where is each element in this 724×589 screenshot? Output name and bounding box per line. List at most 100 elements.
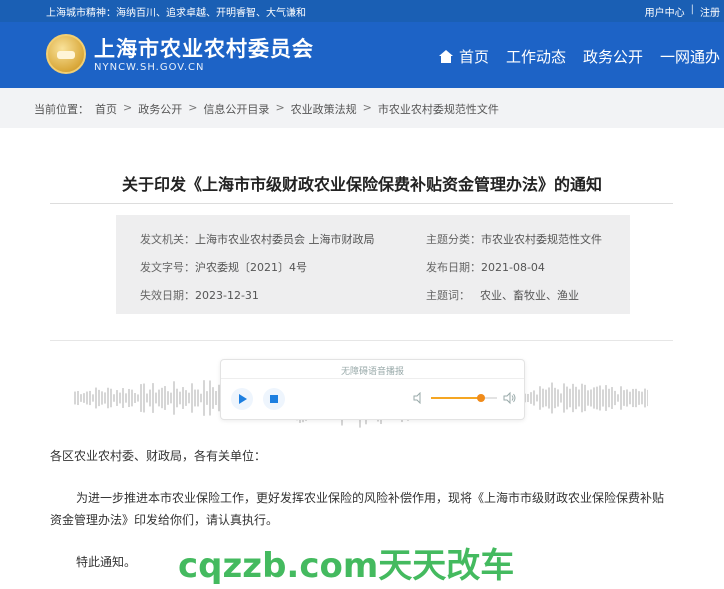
- meta-publish-label: 发布日期：: [426, 261, 481, 274]
- breadcrumb-item-info-catalog[interactable]: 信息公开目录: [203, 101, 269, 117]
- register-link[interactable]: 注册: [700, 4, 720, 19]
- volume-slider-knob[interactable]: [476, 394, 485, 402]
- article-title: 关于印发《上海市市级财政农业保险保费补贴资金管理办法》的通知: [121, 175, 602, 194]
- waveform-bar: [611, 387, 613, 409]
- waveform-bar: [110, 388, 112, 408]
- volume-high-icon[interactable]: [503, 391, 517, 405]
- document-meta-box: 发文机关：上海市农业农村委员会 上海市财政局 发文字号：沪农委规〔2021〕4号…: [116, 215, 630, 314]
- waveform-bar: [557, 389, 559, 407]
- meta-issuer-label: 发文机关：: [140, 233, 195, 246]
- waveform-bar: [542, 388, 544, 408]
- waveform-bar: [545, 389, 547, 407]
- top-links: 用户中心 | 注册: [645, 4, 720, 19]
- waveform-bar: [632, 388, 634, 408]
- waveform-bar: [203, 380, 205, 416]
- nav-item-gov-affairs[interactable]: 政务公开: [583, 46, 643, 67]
- title-divider: [50, 203, 673, 204]
- meta-publish-date: 发布日期：2021-08-04: [426, 259, 545, 275]
- volume-slider-fill: [431, 397, 481, 399]
- waveform-bar: [554, 387, 556, 409]
- breadcrumb-prefix: 当前位置：: [34, 103, 89, 116]
- waveform-bar: [569, 388, 571, 408]
- breadcrumb-separator: >: [362, 101, 372, 114]
- breadcrumb-separator: >: [188, 101, 198, 114]
- waveform-bar: [143, 383, 145, 413]
- waveform-bar: [83, 393, 85, 403]
- waveform-bar: [206, 391, 208, 405]
- meta-category: 主题分类：市农业农村委规范性文件: [426, 231, 602, 247]
- waveform-bar: [536, 394, 538, 402]
- waveform-bar: [608, 388, 610, 408]
- waveform-bar: [530, 392, 532, 404]
- breadcrumb-item-normative-docs[interactable]: 市农业农村委规范性文件: [378, 101, 499, 117]
- breadcrumb-separator: >: [275, 101, 285, 114]
- volume-slider[interactable]: [431, 394, 497, 402]
- waveform-bar: [131, 389, 133, 407]
- breadcrumb-bar: 当前位置： 首页 > 政务公开 > 信息公开目录 > 农业政策法规 > 市农业农…: [0, 88, 724, 128]
- waveform-bar: [575, 386, 577, 410]
- waveform-bar: [158, 389, 160, 407]
- waveform-bar: [134, 393, 136, 403]
- waveform-bar: [560, 393, 562, 403]
- waveform-bar: [98, 389, 100, 407]
- waveform-bar: [581, 383, 583, 413]
- waveform-bar: [185, 390, 187, 406]
- waveform-bar: [599, 385, 601, 411]
- stop-button[interactable]: [263, 388, 285, 410]
- waveform-bar: [548, 387, 550, 409]
- meta-expiry-label: 失效日期：: [140, 289, 195, 302]
- waveform-bar: [182, 387, 184, 409]
- waveform-bar: [209, 380, 211, 416]
- top-link-separator: |: [690, 4, 694, 15]
- breadcrumb-item-gov-affairs[interactable]: 政务公开: [138, 101, 182, 117]
- waveform-bar: [578, 389, 580, 407]
- waveform-bar: [140, 384, 142, 412]
- meta-doc-number-value: 沪农委规〔2021〕4号: [195, 261, 307, 274]
- article-paragraph: 为进一步推进本市农业保险工作，更好发挥农业保险的风险补偿作用，现将《上海市市级财…: [50, 491, 665, 527]
- waveform-bar: [188, 392, 190, 404]
- breadcrumb-item-policy[interactable]: 农业政策法规: [291, 101, 357, 117]
- nav-item-one-stop[interactable]: 一网通办: [660, 46, 720, 67]
- waveform-bar: [119, 392, 121, 404]
- waveform-bar: [596, 386, 598, 410]
- play-button[interactable]: [231, 388, 253, 410]
- audio-player-divider: [221, 378, 524, 379]
- waveform-bar: [149, 389, 151, 407]
- waveform-bar: [539, 386, 541, 410]
- site-logo[interactable]: [46, 34, 86, 74]
- waveform-bar: [641, 391, 643, 405]
- waveform-bar: [152, 383, 154, 413]
- waveform-bar: [122, 388, 124, 408]
- waveform-bar: [533, 390, 535, 406]
- main-nav: 首页 工作动态 政务公开 一网通办: [438, 46, 720, 67]
- waveform-bar: [80, 394, 82, 402]
- meta-expiry-value: 2023-12-31: [195, 289, 259, 302]
- waveform-bar: [602, 389, 604, 407]
- waveform-bar: [587, 390, 589, 406]
- waveform-bar: [623, 390, 625, 406]
- meta-category-label: 主题分类：: [426, 233, 481, 246]
- letter-greeting: 各区农业农村委、财政局，各有关单位：: [50, 449, 267, 463]
- breadcrumb-item-home[interactable]: 首页: [95, 101, 117, 117]
- volume-low-icon[interactable]: [413, 392, 425, 404]
- waveform-bar: [590, 389, 592, 407]
- meta-expiry: 失效日期：2023-12-31: [140, 287, 259, 303]
- waveform-bar: [617, 394, 619, 402]
- waveform-bar: [584, 384, 586, 412]
- waveform-bar: [101, 391, 103, 405]
- waveform-bar: [551, 382, 553, 414]
- waveform-bar: [125, 393, 127, 403]
- waveform-bar: [212, 387, 214, 409]
- site-domain: NYNCW.SH.GOV.CN: [94, 62, 205, 73]
- user-center-link[interactable]: 用户中心: [645, 4, 685, 19]
- waveform-bar: [167, 391, 169, 405]
- waveform-bar: [605, 385, 607, 411]
- waveform-bar: [104, 392, 106, 404]
- waveform-bar: [89, 390, 91, 406]
- waveform-bar: [620, 386, 622, 410]
- site-title[interactable]: 上海市农业农村委员会: [94, 33, 314, 63]
- nav-home-label: 首页: [458, 48, 489, 66]
- nav-item-home[interactable]: 首页: [438, 46, 489, 67]
- nav-item-work-news[interactable]: 工作动态: [506, 46, 566, 67]
- waveform-bar: [170, 392, 172, 404]
